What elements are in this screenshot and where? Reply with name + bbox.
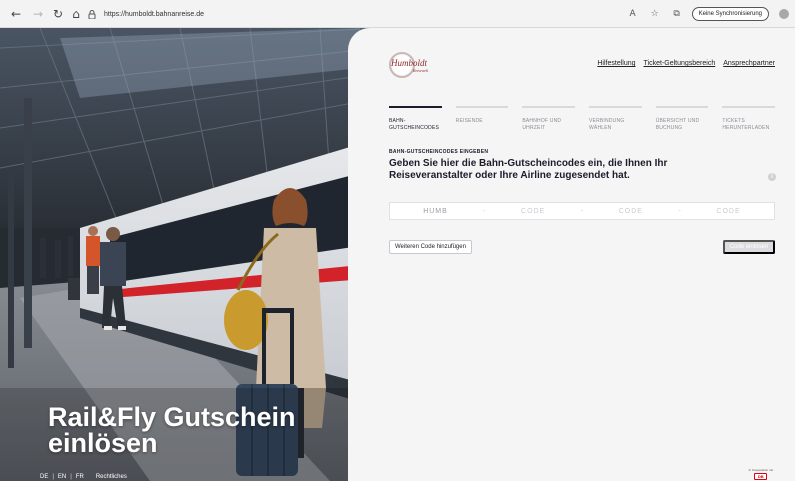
code-field-2[interactable] <box>487 203 579 219</box>
ticket-scope-link[interactable]: Ticket-Geltungsbereich <box>644 60 716 67</box>
forward-icon[interactable]: → <box>28 4 48 24</box>
step-label: Tickets herunterladen <box>722 118 770 131</box>
collections-icon[interactable]: ⧉ <box>670 7 684 21</box>
step-label: Übersicht und Buchung <box>655 118 700 131</box>
sync-button[interactable]: Keine Synchronisierung <box>691 7 769 21</box>
url-text: https://humboldt.bahnanreise.de <box>104 10 205 18</box>
db-logo-icon: DB <box>754 473 768 480</box>
code-separator: - <box>580 207 584 215</box>
code-field-3[interactable] <box>585 203 677 219</box>
hero-image: Rail&Fly Gutschein einlösen DE | EN | FR… <box>0 28 380 481</box>
logo-text: Humboldt <box>391 58 427 68</box>
back-icon[interactable]: ← <box>6 4 26 24</box>
reload-icon[interactable]: ↻ <box>48 4 68 24</box>
step-bar <box>722 106 776 108</box>
partner-badge: In Kooperation mit DB <box>749 468 773 480</box>
add-code-button[interactable]: Weiteren Code hinzufügen <box>389 240 472 254</box>
voucher-code-row: - - - <box>389 202 775 220</box>
hero-title-line2: einlösen <box>48 428 158 458</box>
progress-stepper: Bahn-Gutscheincodes Reisende Bahnhof und… <box>389 106 776 132</box>
logo-subtext: Reisewelt <box>413 68 429 73</box>
step-label: Bahn-Gutscheincodes <box>389 118 440 131</box>
step-voucher-codes: Bahn-Gutscheincodes <box>389 106 442 132</box>
section-label: BAHN-GUTSCHEINCODES EINGEBEN <box>389 149 489 155</box>
info-icon[interactable]: i <box>768 173 776 181</box>
hero-title: Rail&Fly Gutschein einlösen <box>48 402 296 458</box>
step-bar <box>389 106 442 108</box>
top-links: Hilfestellung Ticket-Geltungsbereich Ans… <box>597 60 775 67</box>
page-heading: Geben Sie hier die Bahn-Gutscheincodes e… <box>389 158 668 181</box>
redeem-code-button[interactable]: Code einlösen <box>723 240 775 254</box>
step-bar <box>455 106 509 108</box>
lang-separator: | <box>70 474 72 480</box>
partner-label: In Kooperation mit <box>748 468 773 472</box>
sync-label: Keine Synchronisierung <box>698 11 762 17</box>
read-aloud-icon[interactable]: A <box>626 7 640 21</box>
step-bar <box>589 106 642 108</box>
step-label: Bahnhof und Uhrzeit <box>522 118 562 131</box>
step-travelers: Reisende <box>455 106 509 132</box>
code-separator: - <box>678 207 681 215</box>
step-download-tickets: Tickets herunterladen <box>722 106 776 132</box>
favorite-icon[interactable]: ☆ <box>648 7 662 21</box>
step-label: Reisende <box>455 118 483 124</box>
profile-icon[interactable] <box>779 9 789 19</box>
hero-title-line1: Rail&Fly Gutschein <box>48 402 296 432</box>
page: Rail&Fly Gutschein einlösen DE | EN | FR… <box>0 28 795 481</box>
step-overview-booking: Übersicht und Buchung <box>655 106 709 132</box>
lang-de[interactable]: DE <box>40 474 48 480</box>
step-label: Verbindung wählen <box>589 118 625 131</box>
legal-link[interactable]: Rechtliches <box>96 474 127 480</box>
address-bar[interactable]: https://humboldt.bahnanreise.de <box>86 5 662 23</box>
contact-link[interactable]: Ansprechpartner <box>723 60 775 67</box>
lang-en[interactable]: EN <box>58 474 66 480</box>
step-select-connection: Verbindung wählen <box>589 106 642 132</box>
home-icon[interactable]: ⌂ <box>66 4 86 24</box>
browser-toolbar: ← → ↻ ⌂ https://humboldt.bahnanreise.de … <box>0 0 795 28</box>
code-field-1[interactable] <box>390 203 481 219</box>
lang-fr[interactable]: FR <box>76 474 84 480</box>
step-bar <box>522 106 576 108</box>
code-field-4[interactable] <box>683 203 775 219</box>
humboldt-logo[interactable]: Humboldt Reisewelt <box>389 52 441 78</box>
step-station-time: Bahnhof und Uhrzeit <box>522 106 576 132</box>
lang-separator: | <box>52 474 54 480</box>
help-link[interactable]: Hilfestellung <box>597 60 635 67</box>
lock-icon <box>86 8 98 20</box>
voucher-panel: Humboldt Reisewelt Hilfestellung Ticket-… <box>348 28 795 481</box>
language-switcher: DE | EN | FR Rechtliches <box>40 474 127 480</box>
step-bar <box>655 106 709 108</box>
code-separator: - <box>483 207 486 215</box>
